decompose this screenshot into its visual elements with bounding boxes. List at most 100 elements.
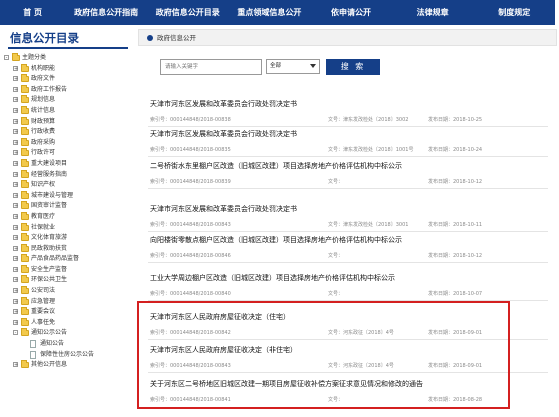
nav-item[interactable]: 首 页	[0, 0, 65, 25]
tree-item[interactable]: + 机构职能	[0, 63, 134, 75]
expand-icon[interactable]: +	[13, 235, 18, 241]
sidebar-title-underline	[8, 47, 128, 49]
tree-item-label: 政府采购	[31, 138, 56, 146]
tree-item[interactable]: + 行政收费	[0, 127, 134, 138]
tree-item-label: 环保公共卫生	[31, 276, 68, 284]
expand-icon[interactable]: +	[13, 118, 18, 124]
tree-item[interactable]: 保障性住房公示公告	[0, 350, 134, 361]
tree-item[interactable]: + 政府采购	[0, 137, 134, 149]
article-title-link[interactable]: 二号桥街水东里棚户区改造（旧城区改建）项目选择房地产价格评估机构中标公示	[150, 161, 402, 171]
tree-item[interactable]: + 城市建设与管理	[0, 190, 134, 202]
expand-icon[interactable]: +	[13, 182, 18, 188]
expand-icon[interactable]: +	[13, 245, 18, 251]
article-title-link[interactable]: 工业大学周边棚户区改造（旧城区改建）项目选择房地产价格评估机构中标公示	[150, 273, 395, 283]
tree-item[interactable]: + 重大建设项目	[0, 158, 134, 170]
tree-item[interactable]: + 人事任免	[0, 317, 134, 329]
document-icon	[30, 340, 36, 349]
tree-item[interactable]: + 统计信息	[0, 105, 134, 117]
tree-item-label: 国资审计监督	[31, 202, 68, 210]
tree-item[interactable]: + 环保公共卫生	[0, 275, 134, 286]
collapse-icon[interactable]: -	[13, 330, 18, 336]
expand-icon[interactable]: +	[13, 129, 18, 135]
expand-icon[interactable]: +	[13, 192, 18, 198]
tree-item[interactable]: + 政府文件	[0, 74, 134, 85]
article-title-link[interactable]: 天津市河东区发展和改革委员会行政处罚决定书	[150, 99, 297, 109]
tree-item[interactable]: + 社保就业	[0, 222, 134, 234]
tree-item[interactable]: - 通知公示公告	[0, 328, 134, 339]
nav-item[interactable]: 政府信息公开指南	[65, 0, 147, 25]
expand-icon[interactable]: +	[13, 203, 18, 209]
article-index: 索引号：000144848/2018-00838	[150, 117, 231, 123]
folder-icon	[21, 243, 29, 252]
expand-icon[interactable]: +	[13, 213, 18, 219]
expand-icon[interactable]: +	[13, 309, 18, 315]
tree-item[interactable]: + 其他公开信息	[0, 360, 134, 371]
tree-item[interactable]: + 财政预算	[0, 116, 134, 128]
tree-item[interactable]: + 公安司法	[0, 286, 134, 297]
search-input[interactable]	[160, 59, 262, 75]
tree-item[interactable]: 通知公告	[0, 339, 134, 350]
expand-icon[interactable]: +	[13, 277, 18, 283]
search-button[interactable]: 搜 索	[326, 59, 380, 75]
category-select[interactable]: 全部	[266, 59, 320, 74]
folder-icon	[21, 148, 29, 157]
tree-item[interactable]: + 民政救助扶贫	[0, 243, 134, 255]
expand-icon[interactable]: +	[13, 107, 18, 113]
tree-item[interactable]: + 国资审计监督	[0, 201, 134, 212]
expand-icon[interactable]: +	[13, 266, 18, 272]
expand-icon[interactable]: +	[13, 139, 18, 145]
folder-icon	[21, 116, 29, 125]
tree-item-label: 经营服务指南	[31, 170, 68, 178]
expand-icon[interactable]: +	[13, 298, 18, 304]
tree-item[interactable]: - 主题分类	[0, 53, 134, 64]
tree-item-label: 教育医疗	[31, 212, 56, 220]
tree-item-label: 通知公示公告	[31, 329, 68, 337]
expand-icon[interactable]: +	[13, 256, 18, 262]
tree-item[interactable]: + 产品食品药品监督	[0, 254, 134, 265]
expand-icon[interactable]: +	[13, 362, 18, 368]
article-index: 索引号：000144848/2018-00846	[150, 253, 231, 259]
expand-icon[interactable]: +	[13, 65, 18, 71]
tree-item[interactable]: + 教育医疗	[0, 211, 134, 223]
expand-icon[interactable]: +	[13, 97, 18, 103]
expand-icon[interactable]: +	[13, 319, 18, 325]
expand-icon[interactable]: +	[13, 150, 18, 156]
article-title-link[interactable]: 天津市河东区发展和改革委员会行政处罚决定书	[150, 129, 297, 139]
tree-item[interactable]: + 文化体育旅游	[0, 233, 134, 244]
folder-icon	[21, 201, 29, 210]
collapse-icon[interactable]: -	[4, 55, 9, 61]
tree-item-label: 财政预算	[31, 117, 56, 125]
article-item: 向阳楼街零散点棚户区改造（旧城区改建）项目选择房地产价格评估机构中标公示索引号：…	[148, 235, 548, 269]
folder-icon	[21, 254, 29, 263]
nav-item[interactable]: 重点领域信息公开	[229, 0, 311, 25]
tree-item[interactable]: + 重要会议	[0, 307, 134, 318]
expand-icon[interactable]: +	[13, 86, 18, 92]
tree-item-label: 重大建设项目	[31, 159, 68, 167]
article-title-link[interactable]: 天津市河东区发展和改革委员会行政处罚决定书	[150, 204, 297, 214]
folder-icon	[21, 190, 29, 199]
sidebar: 信息公开目录 - 主题分类 + 机构职能 + 政府文件 + 政府工作报告 + 规划信息 + 统计信息 +…	[0, 25, 134, 417]
folder-icon	[21, 137, 29, 146]
expand-icon[interactable]: +	[13, 288, 18, 294]
article-title-link[interactable]: 向阳楼街零散点棚户区改造（旧城区改建）项目选择房地产价格评估机构中标公示	[150, 235, 402, 245]
nav-item[interactable]: 依申请公开	[310, 0, 392, 25]
tree-item[interactable]: + 应急管理	[0, 296, 134, 308]
tree-item[interactable]: + 行政许可	[0, 148, 134, 159]
expand-icon[interactable]: +	[13, 160, 18, 166]
folder-icon	[21, 222, 29, 231]
nav-item[interactable]: 制度规定	[473, 0, 555, 25]
tree-item-label: 政府文件	[31, 75, 56, 83]
expand-icon[interactable]: +	[13, 224, 18, 230]
bullet-icon	[147, 35, 153, 41]
tree-item-label: 规划信息	[31, 96, 56, 104]
tree-item[interactable]: + 规划信息	[0, 95, 134, 106]
expand-icon[interactable]: +	[13, 171, 18, 177]
nav-item[interactable]: 法律规章	[392, 0, 474, 25]
tree-item[interactable]: + 政府工作报告	[0, 84, 134, 96]
tree-item[interactable]: + 安全生产监督	[0, 264, 134, 276]
tree-item[interactable]: + 经营服务指南	[0, 169, 134, 181]
tree-item[interactable]: + 知识产权	[0, 180, 134, 191]
dropdown-arrow-icon	[310, 64, 316, 68]
expand-icon[interactable]: +	[13, 76, 18, 82]
nav-item[interactable]: 政府信息公开目录	[147, 0, 229, 25]
